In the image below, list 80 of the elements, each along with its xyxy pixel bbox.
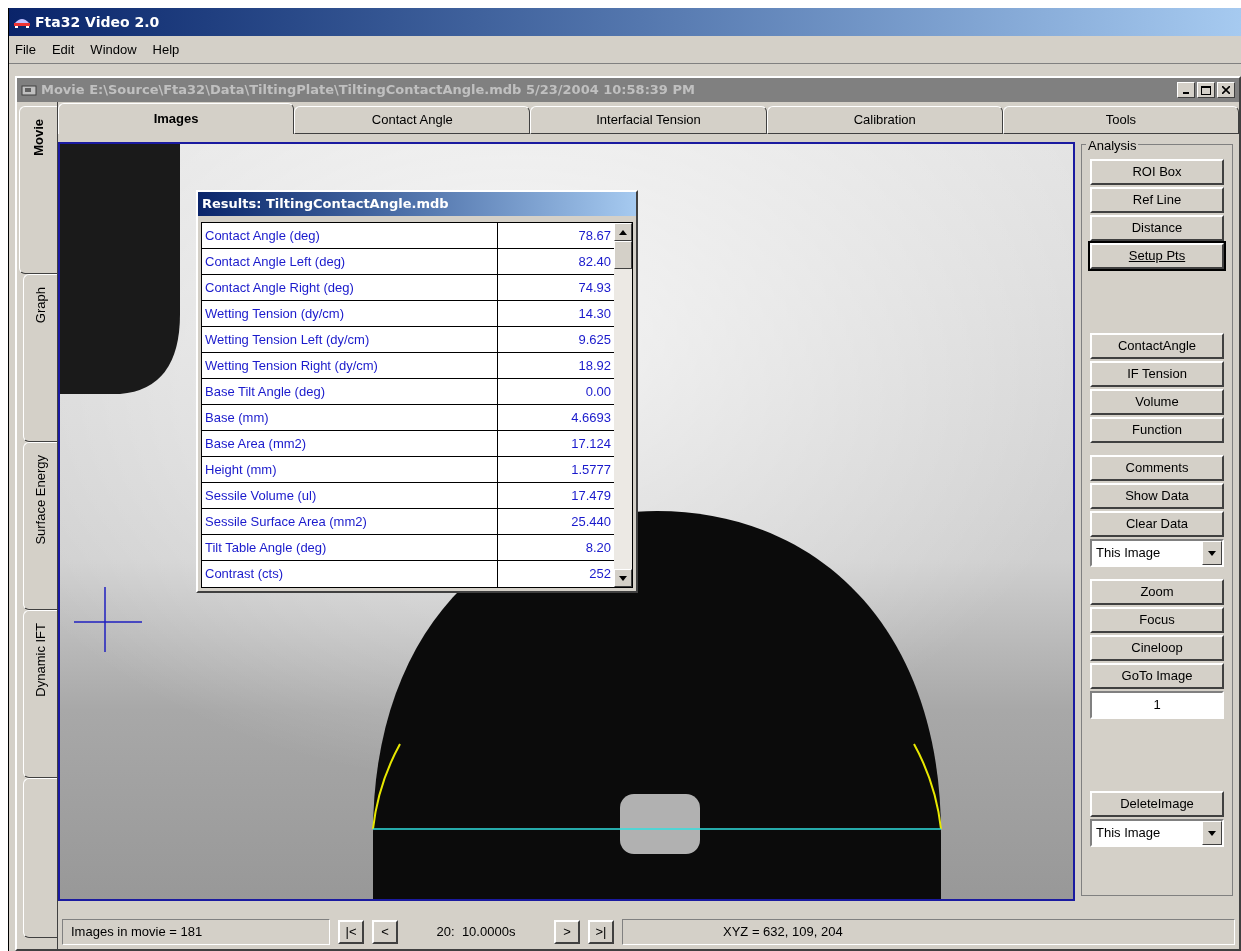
image-dropdown[interactable]: This Image (1090, 819, 1224, 847)
analysis-button[interactable]: IF Tension (1090, 361, 1224, 387)
result-label: Contact Angle (deg) (202, 223, 498, 248)
result-label: Tilt Table Angle (deg) (202, 535, 498, 560)
analysis-button[interactable]: ROI Box (1090, 159, 1224, 185)
analysis-button[interactable]: Comments (1090, 455, 1224, 481)
menu-item[interactable]: File (13, 39, 38, 60)
result-label: Contrast (cts) (202, 561, 498, 587)
result-label: Base Area (mm2) (202, 431, 498, 456)
menu-item[interactable]: Edit (49, 39, 77, 60)
frame-time-text: 20: 10.0000s (435, 923, 517, 942)
maximize-icon (1201, 85, 1211, 95)
result-label: Wetting Tension (dy/cm) (202, 301, 498, 326)
close-button[interactable] (1217, 82, 1235, 98)
minimize-button[interactable] (1177, 82, 1195, 98)
result-value: 82.40 (577, 252, 612, 271)
scrollbar[interactable] (614, 223, 632, 587)
image-number-field[interactable]: 1 (1090, 691, 1224, 719)
result-value: 4.6693 (570, 408, 612, 427)
analysis-button[interactable]: Ref Line (1090, 187, 1224, 213)
analysis-button[interactable]: Volume (1090, 389, 1224, 415)
image-count-text: Images in movie = 181 (62, 919, 330, 945)
close-icon (1222, 86, 1230, 94)
result-value: 18.92 (577, 356, 612, 375)
result-value: 25.440 (570, 512, 612, 531)
analysis-button[interactable]: GoTo Image (1090, 663, 1224, 689)
scroll-down-arrow-icon[interactable] (619, 575, 627, 581)
result-value: 14.30 (577, 304, 612, 323)
result-value: 74.93 (577, 278, 612, 297)
result-value: 1.5777 (570, 460, 612, 479)
app-title: Fta32 Video 2.0 (35, 12, 160, 32)
result-label: Sessile Surface Area (mm2) (202, 509, 498, 534)
side-tab[interactable]: Dynamic IFT (23, 610, 57, 778)
side-tab[interactable]: Graph (23, 274, 57, 442)
result-label: Base (mm) (202, 405, 498, 430)
scroll-up-arrow-icon[interactable] (619, 229, 627, 235)
tab[interactable]: Interfacial Tension (530, 106, 767, 134)
results-title: Results: TiltingContactAngle.mdb (198, 192, 636, 216)
result-label: Contact Angle Left (deg) (202, 249, 498, 274)
result-label: Wetting Tension Left (dy/cm) (202, 327, 498, 352)
result-value: 17.124 (570, 434, 612, 453)
nav-button[interactable]: < (372, 920, 398, 944)
tab[interactable]: Images (58, 103, 295, 134)
result-value: 9.625 (577, 330, 612, 349)
analysis-button[interactable]: Cineloop (1090, 635, 1224, 661)
document-icon (21, 83, 37, 97)
analysis-button[interactable]: Show Data (1090, 483, 1224, 509)
analysis-button[interactable]: Clear Data (1090, 511, 1224, 537)
tab[interactable]: Contact Angle (294, 106, 531, 134)
nav-button[interactable]: |< (338, 920, 364, 944)
side-tab[interactable]: Movie (19, 106, 57, 274)
analysis-button[interactable]: DeleteImage (1090, 791, 1224, 817)
nav-button[interactable]: > (554, 920, 580, 944)
nav-button[interactable]: >| (588, 920, 614, 944)
analysis-button[interactable]: Focus (1090, 607, 1224, 633)
menu-item[interactable]: Window (88, 39, 139, 60)
result-value: 8.20 (584, 538, 612, 557)
analysis-button[interactable]: ContactAngle (1090, 333, 1224, 359)
result-value: 0.00 (584, 382, 612, 401)
result-label: Contact Angle Right (deg) (202, 275, 498, 300)
image-dropdown[interactable]: This Image (1090, 539, 1224, 567)
result-label: Sessile Volume (ul) (202, 483, 498, 508)
analysis-button[interactable]: Function (1090, 417, 1224, 443)
side-tab[interactable]: Surface Energy (23, 442, 57, 610)
result-label: Height (mm) (202, 457, 498, 482)
analysis-button[interactable]: Setup Pts (1090, 243, 1224, 269)
maximize-button[interactable] (1197, 82, 1215, 98)
result-value: 17.479 (570, 486, 612, 505)
tab[interactable]: Tools (1002, 106, 1239, 134)
analysis-button[interactable]: Distance (1090, 215, 1224, 241)
tab[interactable]: Calibration (766, 106, 1003, 134)
xyz-coordinates-text: XYZ = 632, 109, 204 (622, 919, 1235, 945)
document-title: Movie E:\Source\Fta32\Data\TiltingPlate\TiltingContactAngle.mdb 5/23/2004 10:58:39 PM (41, 81, 696, 100)
result-value: 78.67 (577, 226, 612, 245)
result-label: Base Tilt Angle (deg) (202, 379, 498, 404)
analysis-button[interactable]: Zoom (1090, 579, 1224, 605)
result-label: Wetting Tension Right (dy/cm) (202, 353, 498, 378)
result-value: 252 (588, 565, 612, 584)
scrollbar-thumb[interactable] (614, 241, 632, 269)
menu-item[interactable]: Help (150, 39, 182, 60)
